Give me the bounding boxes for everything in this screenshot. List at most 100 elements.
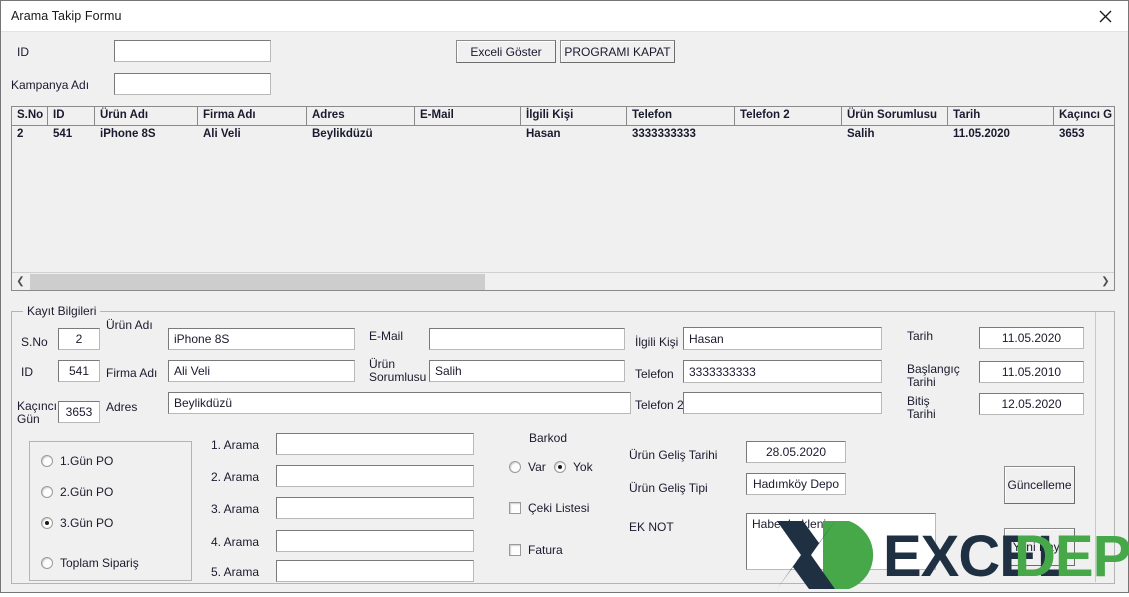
note-textarea[interactable]: Haber bekleniyor [746,513,936,570]
grid-column-header[interactable]: Ürün Adı [95,107,198,125]
grid-column-header[interactable]: Kaçıncı G [1054,107,1114,125]
end-date-label: Bitiş Tarihi [907,394,936,421]
radio-mark [41,557,53,569]
radio-mark [554,461,566,473]
start-date-input[interactable]: 11.05.2010 [979,361,1084,383]
grid-column-header[interactable]: Telefon [627,107,735,125]
search-id-input[interactable] [114,40,271,62]
grid-cell[interactable]: Hasan [521,126,627,144]
contact-input[interactable]: Hasan [683,327,882,350]
record-group-legend: Kayıt Bilgileri [23,304,101,318]
record-id-label: ID [21,365,33,379]
call-input-5[interactable] [276,560,474,582]
barcode-yok-radio[interactable]: Yok [554,460,593,474]
email-label: E-Mail [369,329,404,343]
grid-cell[interactable]: 3333333333 [627,126,735,144]
radio-mark [41,486,53,498]
grid-column-header[interactable]: İlgili Kişi [521,107,627,125]
arrival-date-input[interactable]: 28.05.2020 [746,441,846,463]
grid-cell[interactable]: 2 [12,126,48,144]
address-label: Adres [106,400,138,414]
address-input[interactable]: Beylikdüzü [168,392,631,414]
day-count-label: Kaçıncı Gün [17,399,58,426]
call-label-2: 2. Arama [211,470,260,484]
close-button[interactable] [1082,1,1128,31]
company-input[interactable]: Ali Veli [168,360,355,382]
po-radio-label: 1.Gün PO [60,454,114,468]
scrollbar-thumb[interactable] [30,274,485,290]
company-label: Firma Adı [106,366,158,380]
show-excel-button[interactable]: Exceli Göster [456,40,556,63]
check-mark [509,544,521,556]
record-id-input[interactable]: 541 [58,360,100,382]
email-input[interactable] [429,328,625,350]
app-window: Arama Takip Formu ID Kampanya Adı Exceli… [0,0,1129,593]
po-radio-2[interactable]: 2.Gün PO [41,485,113,499]
check-mark [509,502,521,514]
group-divider [1095,312,1096,582]
grid-column-header[interactable]: S.No [12,107,48,125]
checkbox-label: Fatura [528,543,563,557]
barcode-yok-label: Yok [573,460,593,474]
radio-mark [41,455,53,467]
arrival-type-input[interactable]: Hadımköy Depo [746,473,846,495]
call-label-5: 5. Arama [211,565,260,579]
grid-column-header[interactable]: Telefon 2 [735,107,842,125]
grid-column-header[interactable]: Ürün Sorumlusu [842,107,948,125]
title-bar: Arama Takip Formu [1,1,1128,32]
po-radio-3[interactable]: 3.Gün PO [41,516,113,530]
po-radio-1[interactable]: 1.Gün PO [41,454,113,468]
grid-header-row: S.No ID Ürün Adı Firma Adı Adres E-Mail İlgili… [12,107,1114,126]
grid-cell[interactable] [735,126,842,144]
grid-cell[interactable]: iPhone 8S [95,126,198,144]
call-input-4[interactable] [276,530,474,552]
po-radio-label: 3.Gün PO [60,516,114,530]
records-grid[interactable]: S.No ID Ürün Adı Firma Adı Adres E-Mail İlgili… [11,106,1115,291]
phone2-input[interactable] [683,392,882,414]
phone-input[interactable]: 3333333333 [683,360,882,383]
checkbox-1[interactable]: Çeki Listesi [509,501,589,515]
barcode-var-radio[interactable]: Var [509,460,546,474]
sno-label: S.No [21,335,48,349]
grid-cell[interactable]: 541 [48,126,95,144]
grid-column-header[interactable]: Firma Adı [198,107,307,125]
close-program-button[interactable]: PROGRAMI KAPAT [560,40,675,63]
chevron-left-icon[interactable]: ❮ [12,273,29,290]
checkbox-label: Çeki Listesi [528,501,590,515]
grid-cell[interactable] [415,126,521,144]
grid-cell[interactable]: Ali Veli [198,126,307,144]
grid-horizontal-scrollbar[interactable]: ❮ ❯ [12,272,1114,290]
new-record-button[interactable]: Yeni Kayıt [1004,528,1075,566]
chevron-right-icon[interactable]: ❯ [1097,273,1114,290]
call-input-1[interactable] [276,433,474,455]
checkbox-2[interactable]: Fatura [509,543,563,557]
po-radio-label: 2.Gün PO [60,485,114,499]
grid-cell[interactable]: Salih [842,126,948,144]
grid-column-header[interactable]: Adres [307,107,415,125]
grid-column-header[interactable]: Tarih [948,107,1054,125]
grid-cell[interactable]: 3653 [1054,126,1114,144]
date-input[interactable]: 11.05.2020 [979,327,1084,349]
update-button[interactable]: Güncelleme [1004,466,1075,504]
call-label-4: 4. Arama [211,535,260,549]
product-input[interactable]: iPhone 8S [168,328,355,350]
end-date-input[interactable]: 12.05.2020 [979,393,1084,415]
sno-input[interactable]: 2 [58,328,100,350]
call-label-1: 1. Arama [211,438,260,452]
grid-cell[interactable]: 11.05.2020 [948,126,1054,144]
search-campaign-input[interactable] [114,73,271,95]
table-row[interactable]: 2 541 iPhone 8S Ali Veli Beylikdüzü Hasan 3333… [12,126,1114,145]
product-owner-input[interactable]: Salih [429,360,625,382]
grid-cell[interactable]: Beylikdüzü [307,126,415,144]
date-label: Tarih [907,329,934,343]
grid-column-header[interactable]: E-Mail [415,107,521,125]
close-icon [1099,10,1112,23]
day-count-input[interactable]: 3653 [58,401,100,423]
barcode-title: Barkod [529,431,568,445]
call-input-2[interactable] [276,465,474,487]
grid-column-header[interactable]: ID [48,107,95,125]
radio-mark [509,461,521,473]
call-input-3[interactable] [276,497,474,519]
po-radio-4[interactable]: Toplam Sipariş [41,556,139,570]
contact-label: İlgili Kişi [635,335,679,349]
